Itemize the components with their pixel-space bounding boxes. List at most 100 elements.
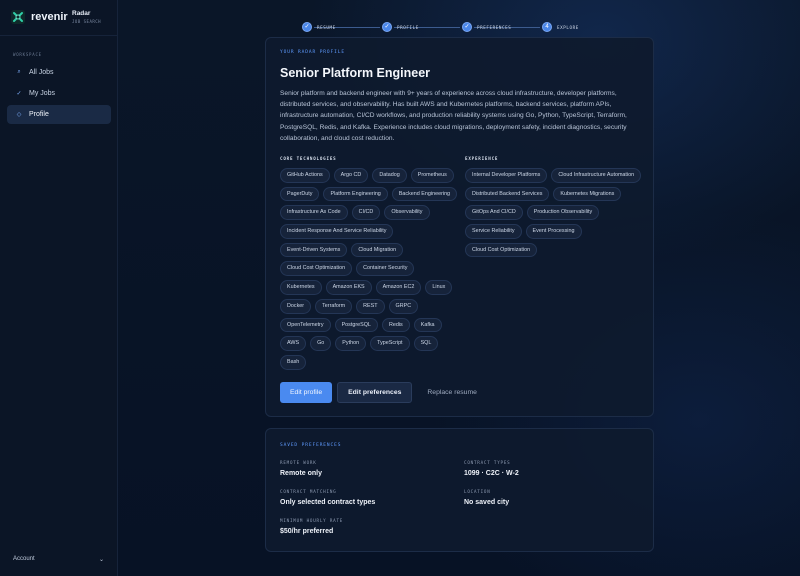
workspace-subtitle: JOB SEARCH: [72, 19, 102, 24]
tag-chip: PostgreSQL: [334, 317, 378, 333]
workspace-title: Radar: [72, 10, 91, 17]
step-label: PREFERENCES: [477, 24, 512, 30]
tag-chip: Distributed Backend Services: [465, 186, 550, 202]
tag-chip: GRPC: [388, 298, 419, 314]
check-icon: ✓: [16, 91, 22, 97]
tag-chip: Service Reliability: [465, 224, 522, 239]
sidebar-item-profile[interactable]: ◇ Profile: [7, 105, 111, 124]
tag-chip: PagerDuty: [280, 186, 320, 202]
tag-chip: Event-Driven Systems: [280, 242, 348, 258]
tag-chip: Kafka: [413, 317, 442, 333]
tag-chip: Go: [310, 336, 332, 351]
tag-chip: Linux: [425, 280, 453, 295]
tag-chip: Observability: [384, 205, 430, 221]
search-icon: ⌕: [17, 69, 21, 75]
profile-title: Senior Platform Engineer: [280, 66, 431, 80]
step-check-icon: ✓: [302, 22, 312, 32]
location-label: LOCATION: [464, 489, 491, 494]
tag-chip: GitHub Actions: [280, 168, 330, 183]
step-check-icon: ✓: [462, 22, 472, 32]
tag-chip: TypeScript: [370, 336, 410, 351]
replace-resume-button[interactable]: Replace resume: [417, 382, 487, 403]
tag-chip: Docker: [280, 298, 312, 314]
tag-chip: SQL: [413, 336, 439, 351]
tag-chip: Cloud Cost Optimization: [280, 261, 353, 277]
sidebar-item-label: My Jobs: [29, 90, 56, 97]
min-rate-label: MINIMUM HOURLY RATE: [280, 518, 344, 523]
tag-chip: Python: [335, 336, 367, 351]
sidebar-item-all-jobs[interactable]: ⌕ All Jobs: [7, 63, 111, 82]
step-number-icon: 4: [542, 22, 552, 32]
tag-chip: OpenTelemetry: [280, 317, 331, 333]
sidebar-item-label: Profile: [29, 111, 49, 118]
tag-chip: Cloud Migration: [351, 242, 404, 258]
tag-chip: Kubernetes: [280, 280, 322, 295]
step-label: RESUME: [317, 24, 336, 30]
tag-chip: Kubernetes Migrations: [553, 186, 622, 202]
tag-chip: Amazon EKS: [325, 280, 372, 295]
sidebar-item-label: All Jobs: [29, 69, 54, 76]
tag-chip: GitOps And CI/CD: [465, 205, 523, 221]
tag-chip: Argo CD: [333, 168, 369, 183]
onboarding-stepper: ✓ RESUME ✓ PROFILE ✓ PREFERENCES 4 EXPLO…: [302, 22, 652, 34]
contract-matching-value: Only selected contract types: [280, 499, 376, 506]
contract-types-value: 1099 · C2C · W-2: [464, 470, 519, 477]
tag-chip: Terraform: [315, 298, 353, 314]
tag-chip: Bash: [280, 354, 307, 370]
brand-name: revenir: [31, 11, 68, 23]
location-value: No saved city: [464, 499, 510, 506]
profile-icon: ◇: [16, 112, 22, 118]
step-label: PROFILE: [397, 24, 419, 30]
step-explore[interactable]: 4 EXPLORE: [542, 22, 579, 32]
brand[interactable]: revenir: [11, 10, 68, 24]
tag-chip: CI/CD: [351, 205, 381, 221]
tag-chip: Datadog: [372, 168, 407, 183]
sidebar-section-label: WORKSPACE: [13, 52, 42, 57]
tag-chip: Redis: [381, 317, 410, 333]
tag-chip: Container Security: [356, 261, 415, 277]
revenir-logo-icon: [11, 10, 25, 24]
preferences-eyebrow: SAVED PREFERENCES: [280, 443, 342, 448]
step-check-icon: ✓: [382, 22, 392, 32]
edit-preferences-button[interactable]: Edit preferences: [337, 382, 413, 403]
step-resume[interactable]: ✓ RESUME: [302, 22, 336, 32]
preferences-card: SAVED PREFERENCES REMOTE WORK Remote onl…: [265, 428, 654, 552]
contract-types-label: CONTRACT TYPES: [464, 460, 511, 465]
step-label: EXPLORE: [557, 24, 579, 30]
tag-chip: Event Processing: [525, 224, 582, 239]
tag-chip: AWS: [280, 336, 307, 351]
sidebar: revenir Radar JOB SEARCH WORKSPACE ⌕ All…: [0, 0, 118, 576]
step-profile[interactable]: ✓ PROFILE: [382, 22, 419, 32]
tag-chip: Cloud Cost Optimization: [465, 242, 538, 258]
tag-chip: Internal Developer Platforms: [465, 168, 548, 183]
sidebar-item-my-jobs[interactable]: ✓ My Jobs: [7, 84, 111, 103]
tag-chip: Production Observability: [526, 205, 600, 221]
contract-matching-label: CONTRACT MATCHING: [280, 489, 337, 494]
core-technologies-label: CORE TECHNOLOGIES: [280, 156, 337, 161]
tag-chip: REST: [356, 298, 385, 314]
remote-work-label: REMOTE WORK: [280, 460, 317, 465]
account-menu[interactable]: Account ⌄: [13, 556, 104, 563]
tag-chip: Incident Response And Service Reliabilit…: [280, 224, 394, 239]
profile-actions: Edit profile Edit preferences Replace re…: [280, 382, 492, 403]
remote-work-value: Remote only: [280, 470, 323, 477]
tag-chip: Prometheus: [410, 168, 454, 183]
step-preferences[interactable]: ✓ PREFERENCES: [462, 22, 511, 32]
sidebar-divider: [0, 35, 117, 36]
min-rate-value: $50/hr preferred: [280, 528, 334, 535]
tag-chip: Cloud Infrastructure Automation: [551, 168, 642, 183]
profile-card: YOUR RADAR PROFILE Senior Platform Engin…: [265, 37, 654, 417]
experience-list: Internal Developer Platforms Cloud Infras…: [465, 168, 643, 258]
edit-profile-button[interactable]: Edit profile: [280, 382, 333, 403]
tag-chip: Infrastructure As Code: [280, 205, 348, 221]
sidebar-nav: ⌕ All Jobs ✓ My Jobs ◇ Profile: [7, 63, 111, 126]
tag-chip: Amazon EC2: [375, 280, 422, 295]
profile-summary: Senior platform and backend engineer wit…: [280, 90, 627, 142]
core-technologies-list: GitHub Actions Argo CD Datadog Prometheus Pa…: [280, 168, 458, 370]
tag-chip: Platform Engineering: [323, 186, 388, 202]
workspace-switcher[interactable]: Radar JOB SEARCH: [72, 10, 101, 24]
account-label: Account: [13, 556, 35, 562]
tag-chip: Backend Engineering: [391, 186, 458, 202]
profile-eyebrow: YOUR RADAR PROFILE: [280, 50, 345, 55]
experience-label: EXPERIENCE: [465, 156, 499, 161]
